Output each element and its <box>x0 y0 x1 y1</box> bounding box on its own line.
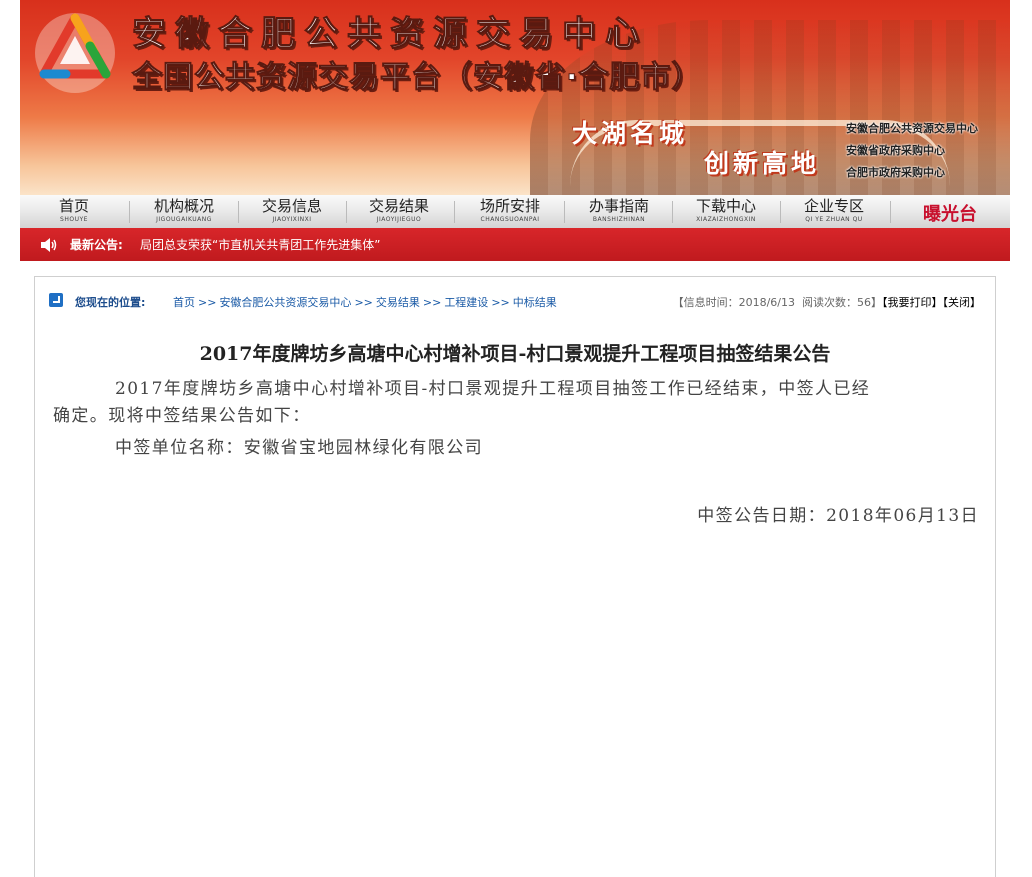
article-panel: 您现在的位置: 首页 >> 安徽合肥公共资源交易中心 >> 交易结果 >> 工程建设 >> 中标… <box>34 276 996 877</box>
close-button[interactable]: 【关闭】 <box>943 296 982 309</box>
main-nav: 首页 SHOUYE 机构概况 JIGOUGAIKUANG 交易信息 JIAOYI… <box>20 195 1010 229</box>
nav-item-label: 场所安排 <box>479 197 540 215</box>
nav-item-home[interactable]: 首页 SHOUYE <box>20 197 128 225</box>
info-time-label: 【信息时间： <box>672 296 739 309</box>
slogan-line1: 大湖名城 <box>572 119 689 148</box>
nav-item-label: 交易信息 <box>261 197 322 215</box>
breadcrumb-separator: >> <box>491 296 510 309</box>
view-count-value: 56 <box>857 296 871 309</box>
breadcrumb-separator: >> <box>354 296 373 309</box>
article-paragraph: 2017年度牌坊乡高塘中心村增补项目-村口景观提升工程项目抽签工作已经结束，中签… <box>115 379 871 399</box>
nav-item-trade-results[interactable]: 交易结果 JIAOYIJIEGUO <box>345 197 453 225</box>
nav-item-label: 首页 <box>58 197 89 215</box>
nav-item-label: 下载中心 <box>695 197 756 215</box>
breadcrumb-home-link[interactable]: 首页 <box>173 296 195 309</box>
nav-item-pinyin: BANSHIZHINAN <box>592 216 646 223</box>
nav-item-exposure[interactable]: 曝光台 <box>923 200 977 226</box>
nav-item-pinyin: QI YE ZHUAN QU <box>805 216 863 223</box>
nav-divider <box>890 201 891 223</box>
meta-close-bracket: 】 <box>871 296 882 309</box>
breadcrumb-award-link[interactable]: 中标结果 <box>513 296 557 309</box>
info-time-value: 2018/6/13 <box>738 296 795 309</box>
notice-bar: 最新公告: 局团总支荣获“市直机关共青团工作先进集体” <box>20 228 1010 261</box>
nav-item-guide[interactable]: 办事指南 BANSHIZHINAN <box>565 197 673 225</box>
article-meta: 【信息时间：2018/6/13 阅读次数：56】【我要打印】【关闭】 <box>673 294 981 310</box>
nav-item-pinyin: JIAOYIJIEGUO <box>376 216 422 223</box>
site-subtitle: 全国公共资源交易平台（安徽省·合肥市） <box>131 60 703 96</box>
announcement-date: 中签公告日期：2018年06月13日 <box>697 506 979 526</box>
breadcrumb-path: 首页 >> 安徽合肥公共资源交易中心 >> 交易结果 >> 工程建设 >> 中标结果 <box>173 294 557 310</box>
location-arrow-icon <box>49 293 63 307</box>
org-name: 安徽合肥公共资源交易中心 <box>846 122 978 135</box>
nav-item-pinyin: XIAZAIZHONGXIN <box>696 216 756 223</box>
breadcrumb-label: 您现在的位置: <box>75 296 146 309</box>
article-title: 2017年度牌坊乡高塘中心村增补项目-村口景观提升工程项目抽签结果公告 <box>199 343 831 365</box>
nav-item-download[interactable]: 下载中心 XIAZAIZHONGXIN <box>672 197 780 225</box>
nav-item-trade-info[interactable]: 交易信息 JIAOYIXINXI <box>238 197 346 225</box>
nav-item-pinyin: JIGOUGAIKUANG <box>156 216 212 223</box>
center-logo-icon <box>35 13 115 93</box>
notice-label: 最新公告: <box>70 238 123 252</box>
speaker-icon <box>41 238 57 252</box>
article-paragraph-cont: 确定。现将中签结果公告如下： <box>53 406 311 426</box>
breadcrumb-separator: >> <box>198 296 217 309</box>
nav-item-enterprise[interactable]: 企业专区 QI YE ZHUAN QU <box>780 197 888 225</box>
nav-item-pinyin: SHOUYE <box>60 216 88 223</box>
nav-item-label: 交易结果 <box>368 197 429 215</box>
breadcrumb-center-link[interactable]: 安徽合肥公共资源交易中心 <box>219 296 351 309</box>
breadcrumb-separator: >> <box>422 296 442 309</box>
nav-divider <box>454 201 455 223</box>
nav-item-pinyin: CHANGSUOANPAI <box>480 216 540 223</box>
nav-item-label: 企业专区 <box>803 197 864 215</box>
winner-line: 中签单位名称：安徽省宝地园林绿化有限公司 <box>115 438 483 458</box>
notice-link[interactable]: 局团总支荣获“市直机关共青团工作先进集体” <box>140 236 380 253</box>
nav-item-about[interactable]: 机构概况 JIGOUGAIKUANG <box>130 197 238 225</box>
slogan-line2: 创新高地 <box>704 149 821 178</box>
nav-item-label: 机构概况 <box>153 197 214 215</box>
breadcrumb-results-link[interactable]: 交易结果 <box>376 296 420 309</box>
nav-item-venue[interactable]: 场所安排 CHANGSUOANPAI <box>456 197 564 225</box>
org-name: 安徽省政府采购中心 <box>846 144 945 157</box>
print-button[interactable]: 【我要打印】 <box>882 296 943 309</box>
breadcrumb-engineering-link[interactable]: 工程建设 <box>444 296 488 309</box>
view-count-label: 阅读次数： <box>802 296 857 309</box>
org-name: 合肥市政府采购中心 <box>846 166 945 179</box>
breadcrumb: 您现在的位置: 首页 >> 安徽合肥公共资源交易中心 >> 交易结果 >> 工程建设 >> 中标… <box>49 292 989 312</box>
org-list: 安徽合肥公共资源交易中心 安徽省政府采购中心 合肥市政府采购中心 <box>846 118 978 184</box>
nav-item-pinyin: JIAOYIXINXI <box>272 216 312 223</box>
site-title: 安徽合肥公共资源交易中心 <box>132 14 648 55</box>
nav-item-label: 办事指南 <box>588 197 649 215</box>
